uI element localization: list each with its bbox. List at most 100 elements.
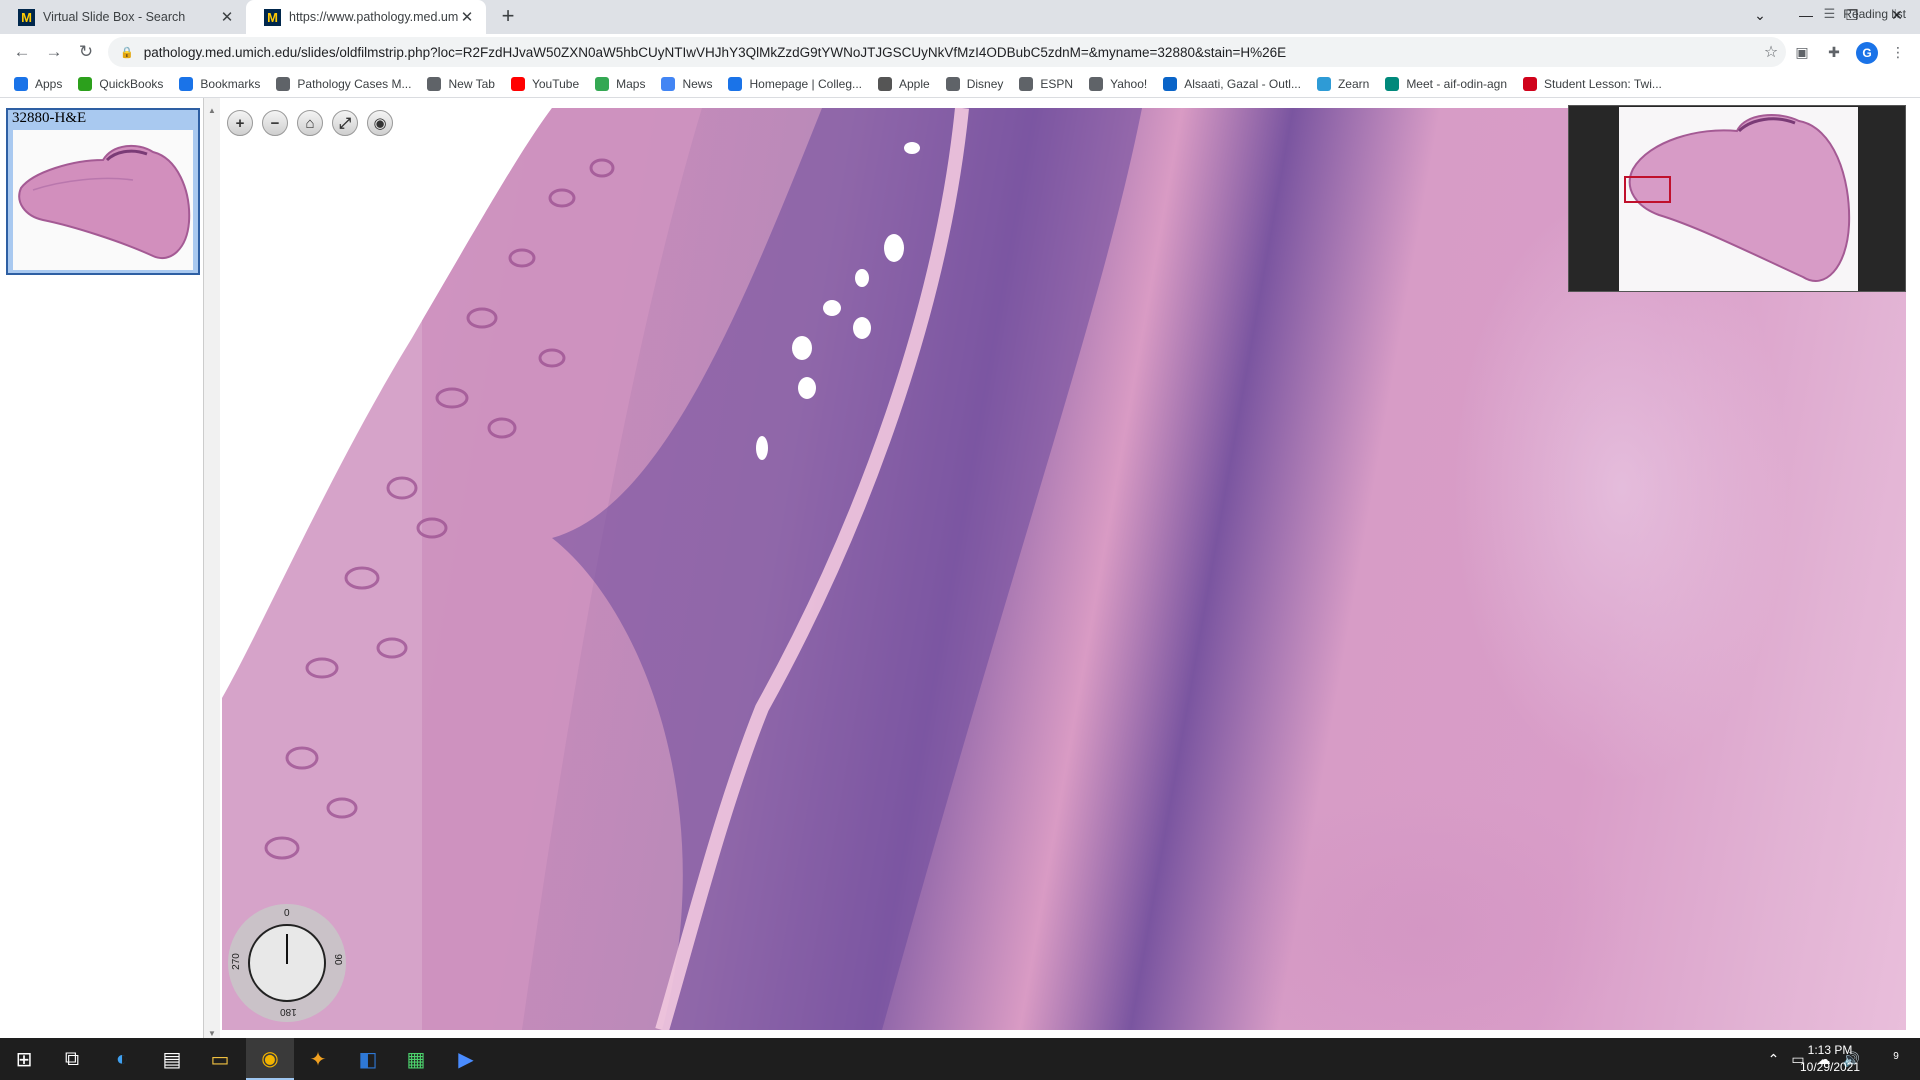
extensions-puzzle-icon[interactable]: ✚ (1824, 42, 1844, 62)
bookmark-label: Disney (966, 76, 1004, 91)
bookmark-label: Yahoo! (1110, 76, 1148, 91)
task-view-icon[interactable]: ⧉ (48, 1038, 96, 1080)
meet-icon (1385, 76, 1400, 91)
chrome-icon[interactable]: ◉ (246, 1038, 294, 1080)
lock-icon[interactable]: 🔒 (120, 46, 134, 59)
bookmark-13[interactable]: Alsaati, Gazal - Outl... (1163, 76, 1301, 91)
bookmark-label: YouTube (531, 76, 580, 91)
quickbooks-icon (78, 76, 93, 91)
close-tab-icon[interactable]: ✕ (458, 8, 476, 26)
bookmark-15[interactable]: Meet - aif-odin-agn (1385, 76, 1507, 91)
minimize-button[interactable]: — (1783, 0, 1829, 30)
outlook-icon[interactable]: ◧ (344, 1038, 392, 1080)
rotation-label-right: 90 (332, 953, 344, 966)
tumblr-icon (1523, 76, 1538, 91)
scroll-up-arrow-icon[interactable]: ▲ (208, 106, 216, 115)
bookmark-star-icon[interactable]: ☆ (1756, 42, 1786, 62)
tab-virtual-slide-box[interactable]: M Virtual Slide Box - Search ✕ (0, 0, 246, 34)
notifications-icon[interactable]: 9 (1882, 1046, 1910, 1072)
back-button[interactable]: ← (10, 40, 34, 64)
bookmark-7[interactable]: News (661, 76, 712, 91)
globe-icon (276, 76, 291, 91)
apple-icon (878, 76, 892, 91)
screenshot-button[interactable]: ◉ (367, 110, 393, 136)
taskbar-clock[interactable]: 1:13 PM 10/29/2021 (1790, 1042, 1870, 1076)
rotation-dial-face[interactable] (248, 924, 326, 1002)
app-icon[interactable]: ✦ (294, 1038, 342, 1080)
bookmark-label: New Tab (448, 76, 495, 91)
bookmark-10[interactable]: Disney (945, 76, 1004, 91)
bookmark-12[interactable]: Yahoo! (1089, 76, 1148, 91)
maps-pin-icon (595, 76, 610, 91)
reading-list-icon: ☰ (1823, 6, 1836, 21)
bookmark-11[interactable]: ESPN (1019, 76, 1074, 91)
bookmark-8[interactable]: Homepage | Colleg... (728, 76, 862, 91)
overview-viewport-rectangle[interactable] (1624, 176, 1671, 203)
slide-thumbnail-card[interactable]: 32880-H&E (6, 108, 200, 275)
bookmark-5[interactable]: YouTube (510, 76, 580, 91)
outlook-icon (1163, 76, 1178, 91)
scroll-down-arrow-icon[interactable]: ▼ (208, 1029, 216, 1038)
reload-button[interactable]: ↻ (74, 40, 98, 64)
rotation-label-left: 270 (230, 953, 242, 970)
globe-icon (1089, 76, 1104, 91)
umich-favicon: M (264, 8, 281, 26)
address-bar[interactable]: 🔒 pathology.med.umich.edu/slides/oldfilm… (108, 37, 1786, 67)
news-icon (661, 76, 676, 91)
tab-search-icon[interactable]: ⌄ (1737, 0, 1783, 30)
windows-taskbar: ⊞ ⧉ ◐ ▤ ▭ ◉ ✦ ◧ ▦ ▶ ⌃ ▭ ☁ 🔊 1:13 PM 10/2… (0, 1038, 1920, 1080)
reading-list-label: Reading list (1843, 7, 1906, 21)
clock-time: 1:13 PM (1807, 1043, 1853, 1057)
zoom-controls: + − ⌂ ⤢ ◉ (227, 110, 402, 136)
bookmark-0[interactable]: Apps (14, 76, 63, 91)
file-explorer-icon[interactable]: ▭ (196, 1038, 244, 1080)
globe-icon (945, 76, 960, 91)
tab-pathology-slide[interactable]: M https://www.pathology.med.umi ✕ (246, 0, 486, 34)
close-tab-icon[interactable]: ✕ (218, 8, 236, 26)
zoom-out-button[interactable]: − (262, 110, 288, 136)
slide-filmstrip: 32880-H&E (0, 98, 204, 1038)
zearn-icon (1316, 76, 1331, 91)
page-content: 32880-H&E ▲ ▼ + − ⌂ ⤢ ◉ 0 90 180 270 (0, 98, 1920, 1038)
bookmark-16[interactable]: Student Lesson: Twi... (1523, 76, 1662, 91)
slide-thumbnail-image[interactable] (13, 130, 193, 270)
chevron-up-icon[interactable]: ⌃ (1768, 1051, 1780, 1068)
bookmark-label: Apple (899, 76, 930, 91)
bookmark-label: QuickBooks (99, 76, 164, 91)
rotation-label-top: 0 (284, 908, 290, 919)
app-icon[interactable]: ▦ (392, 1038, 440, 1080)
bookmark-14[interactable]: Zearn (1316, 76, 1369, 91)
slide-thumbnail-label: 32880-H&E (12, 110, 87, 126)
bookmark-2[interactable]: Bookmarks (179, 76, 260, 91)
bookmark-label: Homepage | Colleg... (749, 76, 862, 91)
rotation-dial[interactable]: 0 90 180 270 (228, 904, 346, 1022)
forward-button[interactable]: → (42, 40, 66, 64)
bookmark-6[interactable]: Maps (595, 76, 646, 91)
chrome-menu-icon[interactable]: ⋮ (1888, 42, 1908, 62)
zoom-in-button[interactable]: + (227, 110, 253, 136)
bookmark-label: Apps (35, 76, 63, 91)
fullscreen-icon: ⤢ (338, 114, 351, 132)
overview-map[interactable] (1568, 105, 1906, 292)
profile-avatar[interactable]: G (1856, 42, 1878, 64)
notification-count: 9 (1893, 1051, 1899, 1062)
edge-icon[interactable]: ◐ (98, 1038, 146, 1080)
fullscreen-button[interactable]: ⤢ (332, 110, 358, 136)
zoom-icon[interactable]: ▶ (442, 1038, 490, 1080)
extension-icon[interactable]: ▣ (1792, 42, 1812, 62)
windows-start-icon[interactable]: ⊞ (0, 1038, 48, 1080)
bookmark-4[interactable]: New Tab (427, 76, 495, 91)
home-button[interactable]: ⌂ (297, 110, 323, 136)
bookmarks-bar: Apps QuickBooks Bookmarks Pathology Cases M… (0, 70, 1920, 98)
bookmark-9[interactable]: Apple (878, 76, 930, 91)
rotation-needle[interactable] (286, 934, 288, 964)
bookmark-label: ESPN (1040, 76, 1074, 91)
store-icon[interactable]: ▤ (148, 1038, 196, 1080)
filmstrip-scrollbar[interactable]: ▲ ▼ (204, 98, 220, 1038)
url-text[interactable]: pathology.med.umich.edu/slides/oldfilmst… (144, 45, 1756, 60)
new-tab-button[interactable]: + (496, 5, 520, 29)
bookmark-label: Maps (616, 76, 646, 91)
reading-list-button[interactable]: ☰ Reading list (1824, 6, 1906, 22)
bookmark-3[interactable]: Pathology Cases M... (276, 76, 411, 91)
bookmark-1[interactable]: QuickBooks (78, 76, 164, 91)
